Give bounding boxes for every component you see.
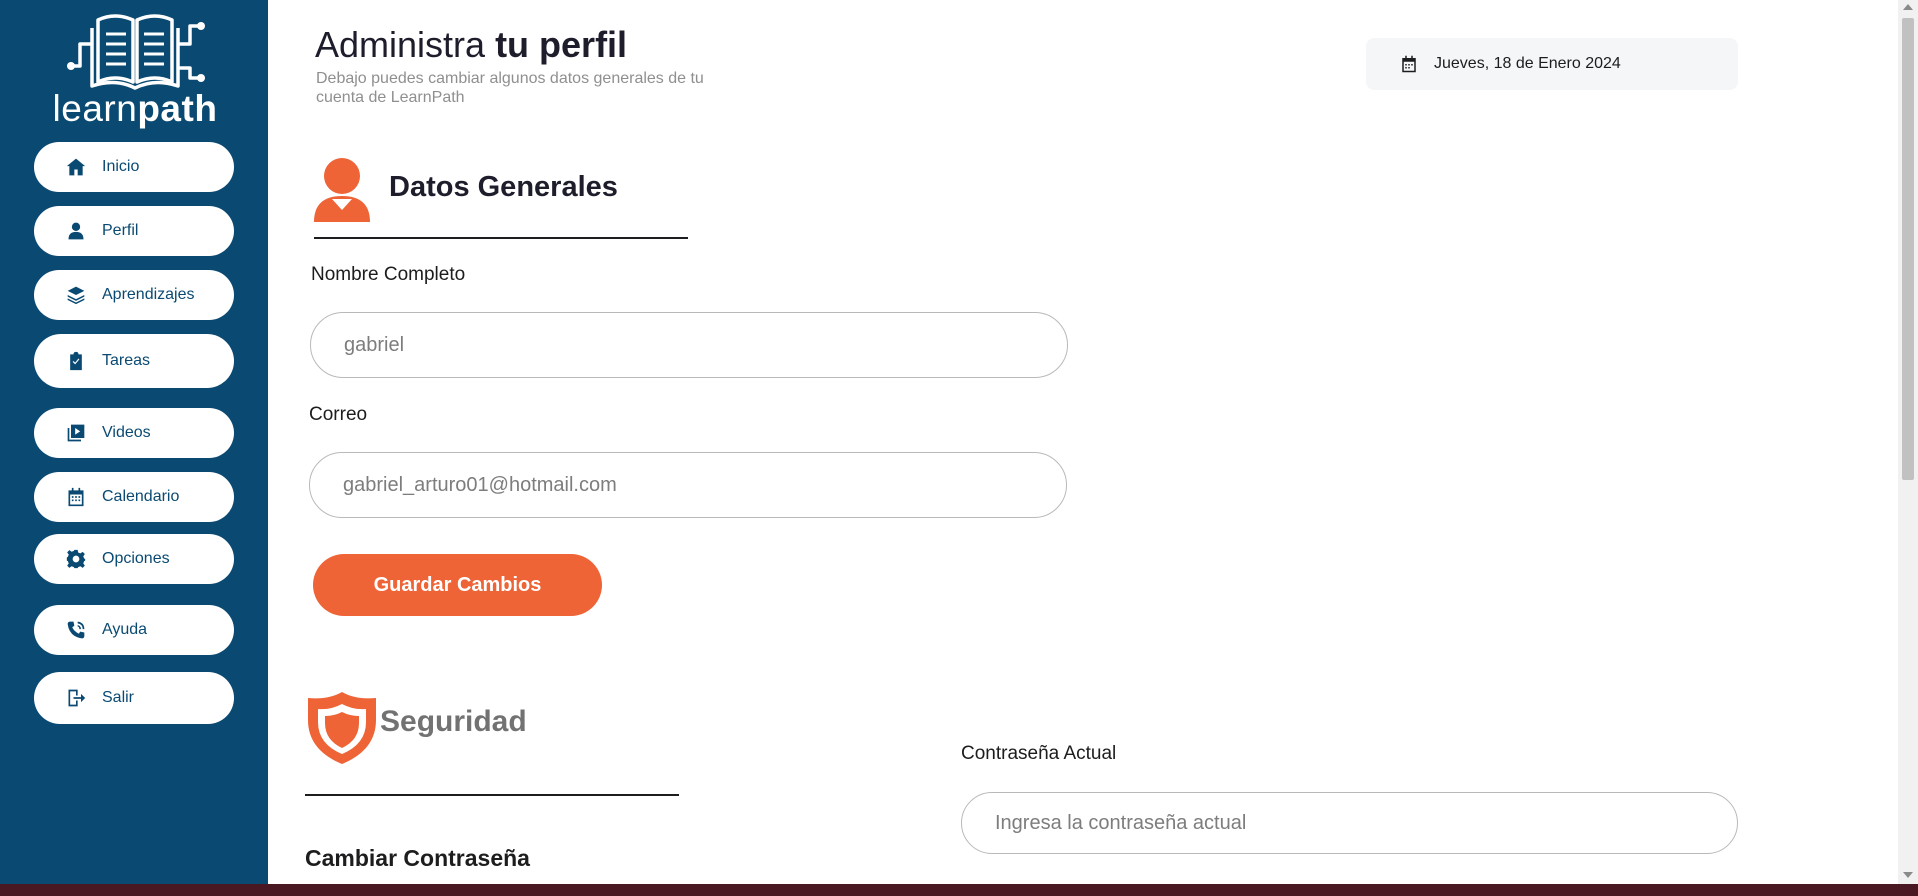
sidebar-item-label: Videos — [102, 424, 151, 441]
book-circuit-icon — [67, 14, 205, 90]
sidebar-item-tareas[interactable]: Tareas — [34, 334, 234, 388]
name-label: Nombre Completo — [311, 264, 466, 285]
video-icon — [64, 421, 88, 445]
sidebar: learnpath Inicio Perfil Aprendizajes Tar… — [0, 0, 268, 884]
sidebar-item-label: Tareas — [102, 352, 151, 369]
sidebar-item-calendario[interactable]: Calendario — [34, 472, 234, 522]
learnpath-logo[interactable]: learnpath — [40, 4, 230, 129]
scroll-down-arrow-icon[interactable] — [1903, 872, 1913, 878]
change-password-title: Cambiar Contraseña — [305, 845, 530, 871]
sidebar-item-salir[interactable]: Salir — [34, 672, 234, 724]
sidebar-item-aprendizajes[interactable]: Aprendizajes — [34, 270, 234, 320]
layers-icon — [64, 283, 88, 307]
section-divider — [305, 794, 679, 796]
sidebar-item-videos[interactable]: Videos — [34, 408, 234, 458]
clipboard-check-icon — [64, 349, 88, 373]
name-input[interactable] — [310, 312, 1068, 378]
user-icon — [64, 219, 88, 243]
calendar-icon — [1402, 55, 1416, 73]
main-content: Administra tu perfil Debajo puedes cambi… — [268, 0, 1898, 884]
gear-icon — [64, 547, 88, 571]
sidebar-item-label: Opciones — [102, 550, 170, 567]
section-divider — [314, 237, 688, 239]
logout-icon — [64, 686, 88, 710]
shield-icon — [308, 692, 376, 764]
sidebar-item-opciones[interactable]: Opciones — [34, 534, 234, 584]
sidebar-item-perfil[interactable]: Perfil — [34, 206, 234, 256]
sidebar-item-label: Inicio — [102, 158, 140, 175]
date-text: Jueves, 18 de Enero 2024 — [1434, 55, 1621, 72]
calendar-icon — [64, 485, 88, 509]
user-avatar-icon — [314, 158, 370, 222]
scroll-up-arrow-icon[interactable] — [1903, 4, 1913, 10]
page-title: Administra tu perfil — [315, 24, 628, 65]
sidebar-item-label: Ayuda — [102, 621, 148, 638]
date-display: Jueves, 18 de Enero 2024 — [1366, 38, 1738, 90]
email-label: Correo — [309, 404, 368, 425]
sidebar-item-label: Perfil — [102, 222, 139, 239]
sidebar-item-label: Salir — [102, 689, 135, 706]
email-input[interactable] — [309, 452, 1067, 518]
scroll-thumb[interactable] — [1902, 18, 1914, 480]
save-changes-button[interactable]: Guardar Cambios — [313, 554, 602, 616]
sidebar-item-label: Aprendizajes — [102, 286, 195, 303]
phone-icon — [64, 618, 88, 642]
sidebar-item-label: Calendario — [102, 488, 180, 505]
section-title-datos-generales: Datos Generales — [389, 171, 618, 203]
current-password-input[interactable] — [961, 792, 1738, 854]
current-password-label: Contraseña Actual — [961, 743, 1117, 764]
home-icon — [64, 155, 88, 179]
logo-text: learnpath — [52, 88, 218, 129]
sidebar-item-inicio[interactable]: Inicio — [34, 142, 234, 192]
taskbar-strip — [0, 884, 1918, 896]
section-title-seguridad: Seguridad — [380, 705, 527, 738]
sidebar-item-ayuda[interactable]: Ayuda — [34, 605, 234, 655]
scrollbar[interactable] — [1898, 0, 1918, 884]
page-subtitle: Debajo puedes cambiar algunos datos gene… — [316, 70, 704, 106]
